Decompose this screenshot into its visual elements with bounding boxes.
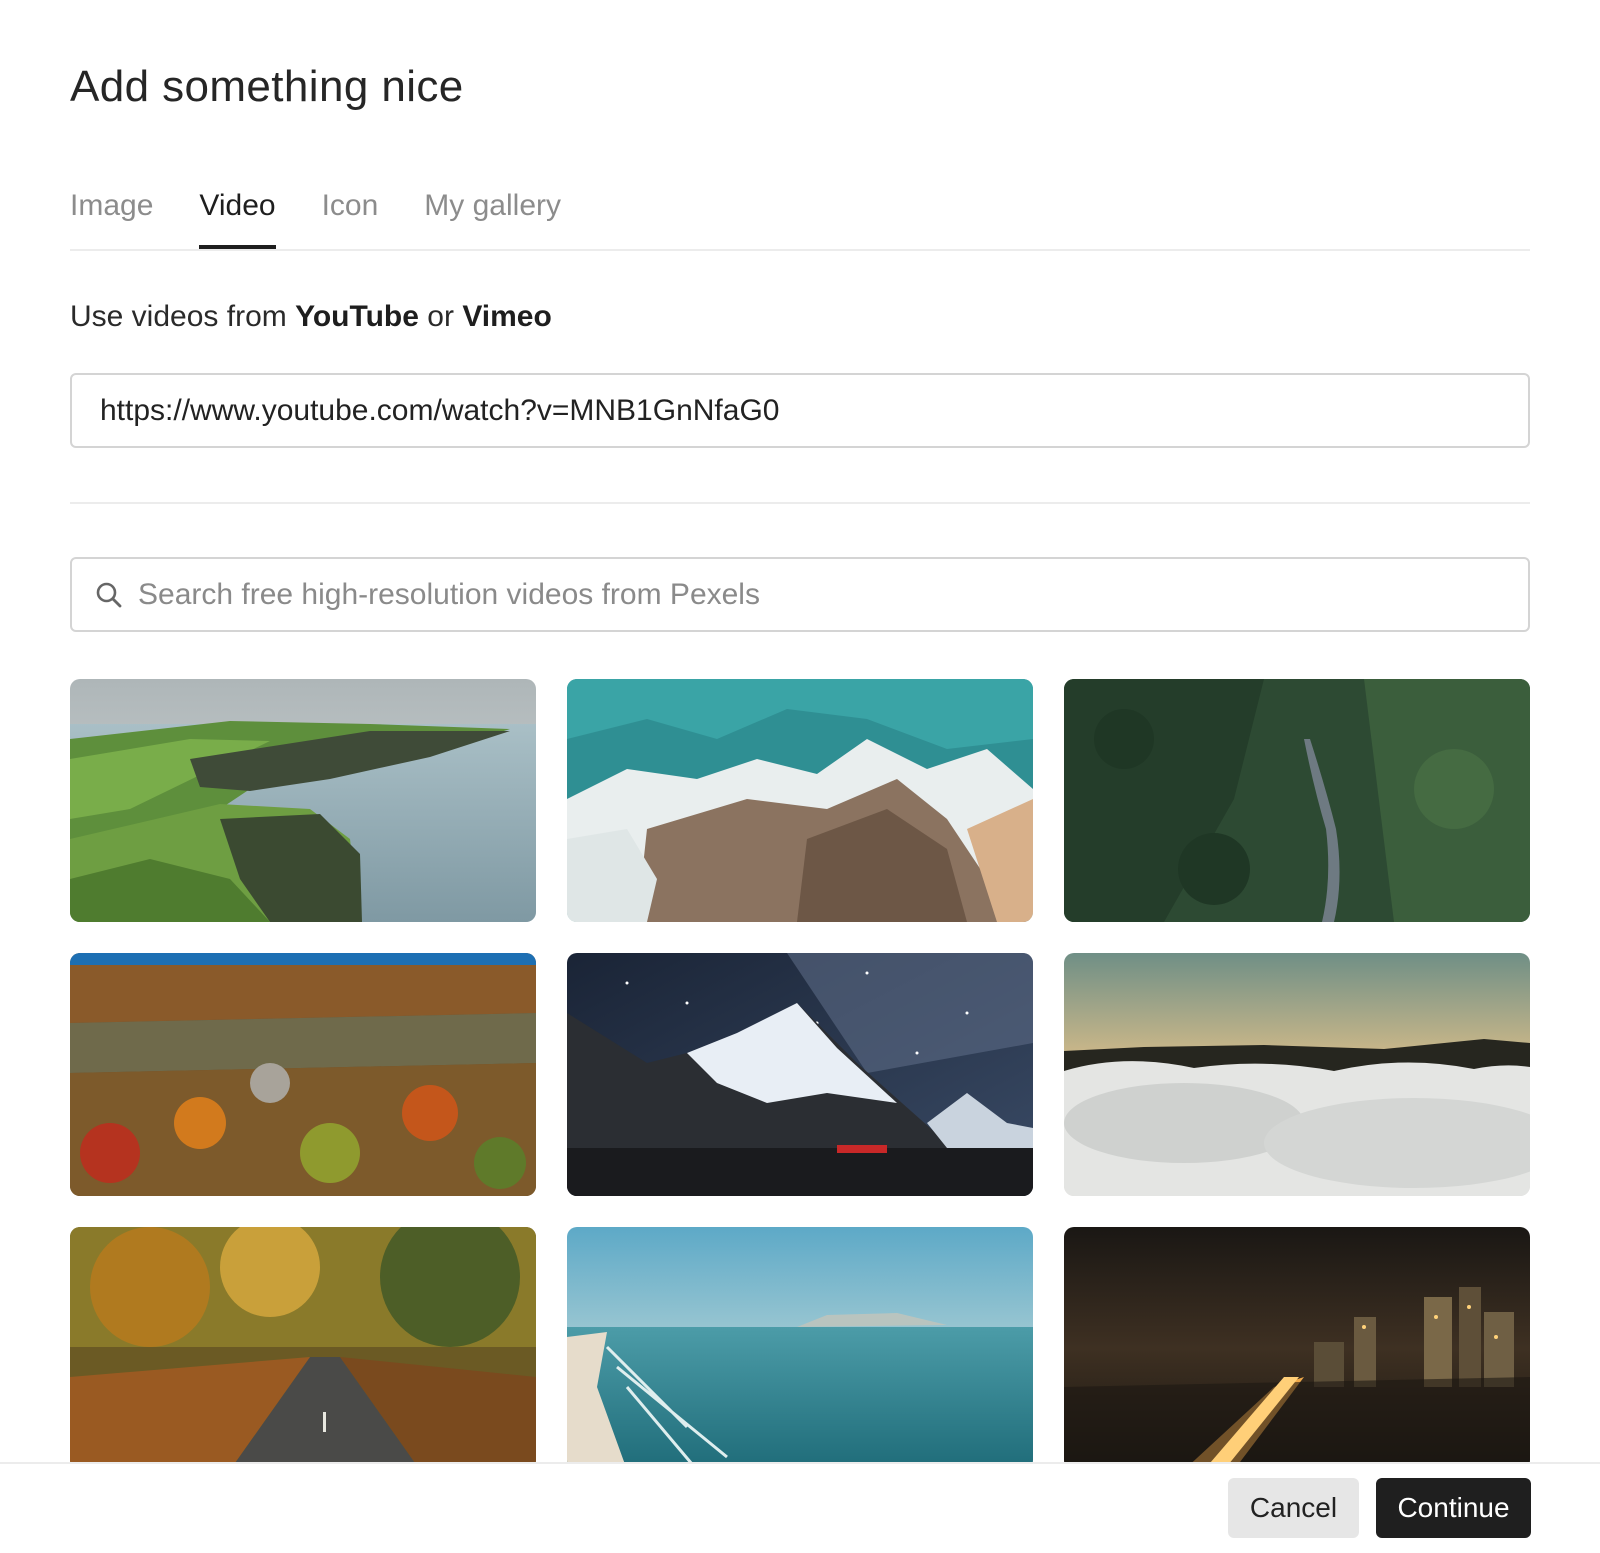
video-thumbnail-autumn-canyon[interactable] bbox=[70, 953, 536, 1196]
search-icon bbox=[94, 580, 124, 610]
video-url-field bbox=[70, 373, 1530, 448]
video-thumbnail-forest-road[interactable] bbox=[1064, 679, 1530, 922]
tab-bar: Image Video Icon My gallery bbox=[70, 176, 1530, 251]
video-thumbnail-ocean-waves[interactable] bbox=[567, 679, 1033, 922]
tab-image[interactable]: Image bbox=[70, 176, 153, 247]
video-thumbnail-starry-mountain[interactable] bbox=[567, 953, 1033, 1196]
video-thumbnail-city-night[interactable] bbox=[1064, 1227, 1530, 1470]
video-thumbnail-ocean-beach[interactable] bbox=[567, 1227, 1033, 1470]
cancel-button[interactable]: Cancel bbox=[1228, 1478, 1359, 1538]
pexels-search-input[interactable] bbox=[136, 576, 1528, 613]
hint-connector: or bbox=[418, 300, 463, 333]
video-thumbnail-clouds-sunrise[interactable] bbox=[1064, 953, 1530, 1196]
youtube-label: YouTube bbox=[295, 300, 419, 333]
dialog-title: Add something nice bbox=[70, 62, 464, 111]
dialog-footer: Cancel Continue bbox=[0, 1462, 1600, 1553]
pexels-search-field bbox=[70, 557, 1530, 632]
video-thumbnail-autumn-road[interactable] bbox=[70, 1227, 536, 1470]
tab-icon[interactable]: Icon bbox=[322, 176, 379, 247]
continue-button[interactable]: Continue bbox=[1376, 1478, 1531, 1538]
video-url-input[interactable] bbox=[98, 392, 1528, 429]
hint-prefix: Use videos from bbox=[70, 300, 296, 333]
tab-video[interactable]: Video bbox=[199, 176, 276, 249]
video-thumbnail-coastal-cliffs[interactable] bbox=[70, 679, 536, 922]
vimeo-label: Vimeo bbox=[462, 300, 552, 333]
section-divider bbox=[70, 502, 1530, 504]
tab-my-gallery[interactable]: My gallery bbox=[424, 176, 561, 247]
video-source-hint: Use videos from YouTube or Vimeo bbox=[70, 300, 552, 334]
